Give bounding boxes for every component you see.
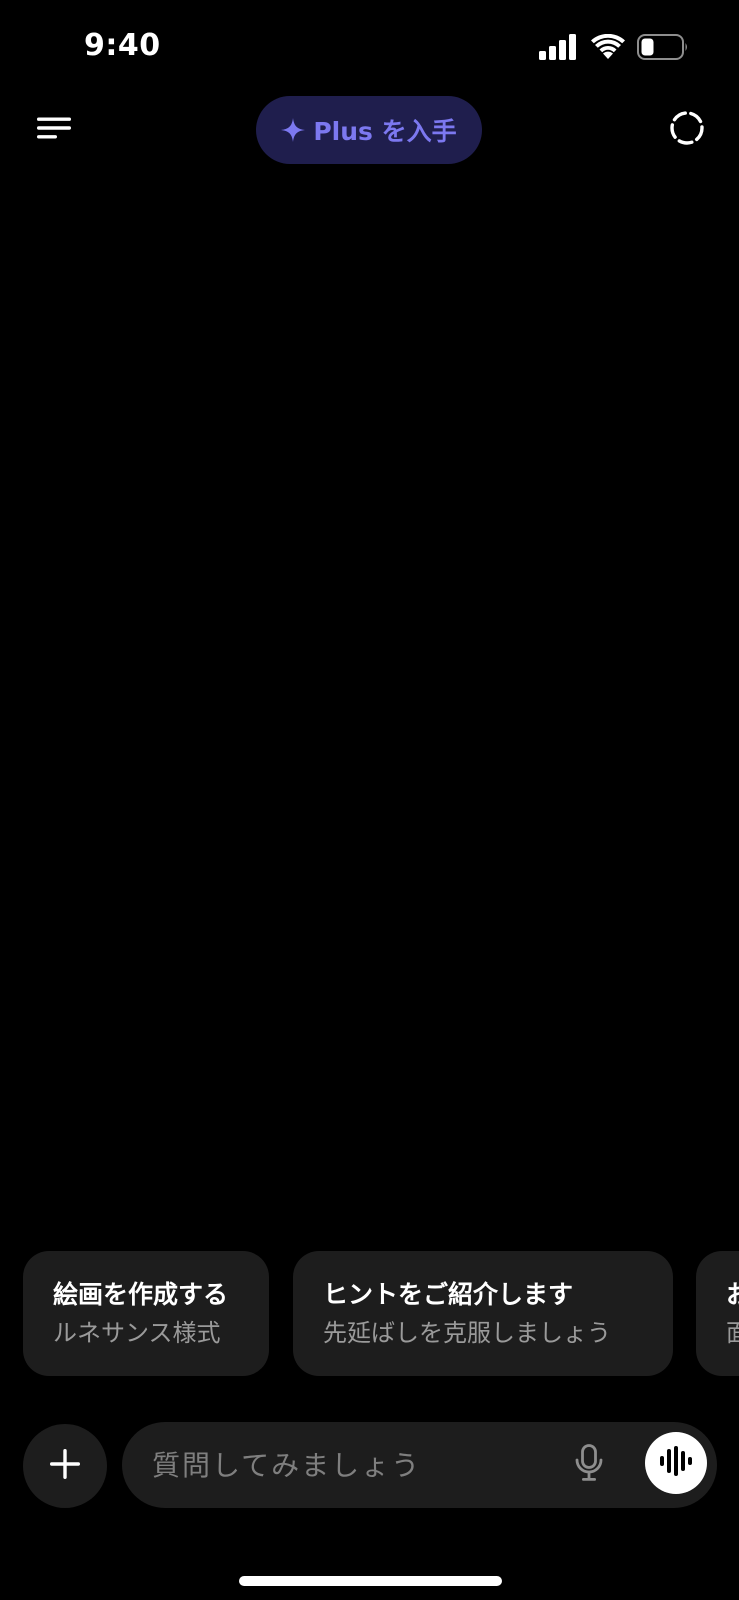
get-plus-label: Plus を入手 — [313, 117, 457, 146]
home-indicator[interactable] — [239, 1576, 502, 1586]
cellular-signal-icon — [539, 34, 579, 64]
suggestion-title: ヒントをご紹介します — [323, 1280, 574, 1309]
sparkle-icon — [281, 118, 306, 142]
message-input-container — [122, 1422, 717, 1508]
temporary-chat-button[interactable] — [663, 108, 711, 152]
wifi-icon — [591, 33, 625, 64]
microphone-icon — [574, 1444, 604, 1486]
suggestion-subtitle: ルネサンス様式 — [53, 1319, 221, 1347]
battery-icon — [637, 34, 689, 64]
message-composer — [0, 1422, 739, 1508]
dictation-button[interactable] — [566, 1442, 612, 1488]
menu-icon — [36, 116, 72, 144]
attach-button[interactable] — [23, 1424, 107, 1508]
status-time: 9:40 — [84, 28, 161, 63]
suggestion-title: 絵画を作成する — [53, 1280, 229, 1309]
plus-icon — [49, 1448, 81, 1484]
app-header: Plus を入手 — [0, 96, 739, 164]
menu-button[interactable] — [30, 108, 78, 152]
suggestion-card[interactable]: お 面 — [696, 1251, 739, 1376]
suggestion-carousel[interactable]: 絵画を作成する ルネサンス様式 ヒントをご紹介します 先延ばしを克服しましょう … — [23, 1251, 739, 1376]
suggestion-subtitle: 面 — [726, 1319, 739, 1347]
suggestion-card[interactable]: 絵画を作成する ルネサンス様式 — [23, 1251, 269, 1376]
suggestion-card[interactable]: ヒントをご紹介します 先延ばしを克服しましょう — [293, 1251, 673, 1376]
voice-mode-button[interactable] — [645, 1432, 707, 1494]
message-input[interactable] — [152, 1422, 532, 1508]
status-icons — [539, 33, 689, 64]
suggestion-subtitle: 先延ばしを克服しましょう — [323, 1319, 611, 1347]
suggestion-title: お — [726, 1280, 739, 1309]
get-plus-button[interactable]: Plus を入手 — [256, 96, 482, 164]
status-bar: 9:40 — [0, 0, 739, 100]
voice-waveform-icon — [659, 1446, 693, 1480]
dashed-circle-icon — [669, 110, 705, 150]
